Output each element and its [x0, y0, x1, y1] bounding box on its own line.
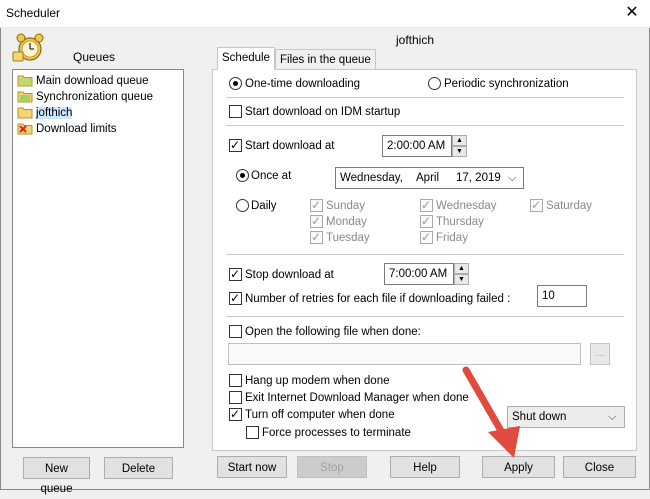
periodic-label: Periodic synchronization — [444, 78, 569, 90]
spin-up-icon[interactable]: ▲ — [454, 263, 469, 274]
title-bar: Scheduler ✕ — [0, 0, 650, 28]
separator — [226, 97, 624, 98]
separator — [226, 316, 624, 317]
alarm-clock-icon — [12, 33, 44, 62]
download-limits-icon — [17, 123, 33, 135]
date-picker[interactable]: Wednesday, April 17, 2019 ⌵ — [335, 167, 524, 189]
wednesday-checkbox[interactable] — [420, 197, 433, 213]
sunday-checkbox[interactable] — [310, 197, 323, 213]
help-button[interactable]: Help — [390, 456, 460, 478]
close-button[interactable]: Close — [563, 456, 636, 478]
tuesday-checkbox[interactable] — [310, 229, 323, 245]
queue-item-main[interactable]: Main download queue — [17, 73, 149, 89]
queue-list[interactable]: Main download queue Synchronization queu… — [12, 69, 184, 448]
monday-label: Monday — [326, 216, 367, 228]
shutdown-option: Shut down — [512, 411, 567, 423]
retries-label: Number of retries for each file if downl… — [245, 293, 511, 305]
date-day-year: 17, 2019 — [456, 172, 501, 184]
sunday-label: Sunday — [326, 200, 366, 212]
start-at-checkbox[interactable] — [229, 137, 242, 153]
thursday-label: Thursday — [436, 216, 484, 228]
tab-schedule[interactable]: Schedule — [217, 47, 275, 70]
start-now-button[interactable]: Start now — [217, 456, 287, 478]
open-file-label: Open the following file when done: — [245, 326, 421, 338]
queues-header: Queues — [72, 50, 116, 64]
open-file-checkbox[interactable] — [229, 325, 242, 338]
exit-idm-label: Exit Internet Download Manager when done — [245, 392, 469, 404]
saturday-checkbox[interactable] — [530, 197, 543, 213]
spin-up-icon[interactable]: ▲ — [452, 135, 467, 146]
turn-off-label: Turn off computer when done — [245, 409, 395, 421]
new-queue-button[interactable]: New queue — [23, 457, 90, 495]
spin-down-icon[interactable]: ▼ — [452, 146, 467, 157]
one-time-radio[interactable] — [229, 77, 242, 90]
queue-name-title: jofthich — [395, 33, 435, 47]
hangup-checkbox[interactable] — [229, 374, 242, 387]
stop-button[interactable]: Stop — [297, 456, 367, 478]
periodic-radio[interactable] — [428, 77, 441, 90]
idm-startup-checkbox[interactable] — [229, 105, 242, 118]
start-time-spinner[interactable]: ▲ ▼ — [452, 135, 467, 157]
spin-down-icon[interactable]: ▼ — [454, 274, 469, 285]
monday-checkbox[interactable] — [310, 213, 323, 229]
idm-startup-label: Start download on IDM startup — [245, 106, 401, 118]
browse-button[interactable]: ... — [590, 343, 610, 365]
saturday-label: Saturday — [546, 200, 593, 212]
force-terminate-label: Force processes to terminate — [262, 427, 411, 439]
friday-checkbox[interactable] — [420, 229, 433, 245]
retries-checkbox[interactable] — [229, 290, 242, 306]
open-file-path-input[interactable] — [228, 343, 581, 365]
start-time-input[interactable]: 2:00:00 AM — [382, 135, 452, 157]
force-terminate-checkbox[interactable] — [246, 426, 259, 439]
chevron-down-icon[interactable]: ⌵ — [608, 407, 616, 427]
wednesday-label: Wednesday — [436, 200, 497, 212]
once-at-label: Once at — [251, 170, 292, 182]
apply-button[interactable]: Apply — [482, 456, 555, 478]
stop-at-label: Stop download at — [245, 269, 334, 281]
hangup-label: Hang up modem when done — [245, 375, 390, 387]
date-month: April — [416, 172, 440, 184]
shutdown-select[interactable]: Shut down ⌵ — [507, 406, 625, 428]
delete-queue-button[interactable]: Delete — [104, 457, 173, 479]
separator — [226, 254, 624, 255]
queue-folder-icon — [17, 75, 33, 87]
exit-idm-checkbox[interactable] — [229, 391, 242, 404]
turn-off-checkbox[interactable] — [229, 406, 242, 422]
separator — [226, 125, 624, 126]
retries-input[interactable]: 10 — [537, 285, 587, 307]
queue-item-sync[interactable]: Synchronization queue — [17, 89, 153, 105]
queue-item-download-limits[interactable]: Download limits — [17, 121, 117, 137]
queue-folder-icon — [17, 107, 33, 119]
chevron-down-icon[interactable]: ⌵ — [508, 168, 516, 188]
stop-time-input[interactable]: 7:00:00 AM — [384, 263, 454, 285]
friday-label: Friday — [436, 232, 468, 244]
stop-at-checkbox[interactable] — [229, 266, 242, 282]
window-title: Scheduler — [6, 6, 61, 20]
stop-time-spinner[interactable]: ▲ ▼ — [454, 263, 469, 285]
thursday-checkbox[interactable] — [420, 213, 433, 229]
close-icon[interactable]: ✕ — [622, 3, 642, 23]
daily-radio[interactable] — [236, 199, 249, 212]
tab-files-in-queue[interactable]: Files in the queue — [275, 49, 376, 70]
one-time-label: One-time downloading — [245, 78, 361, 90]
once-at-radio[interactable] — [236, 169, 249, 182]
daily-label: Daily — [251, 200, 277, 212]
queue-item-jofthich[interactable]: jofthich — [17, 105, 73, 121]
start-at-label: Start download at — [245, 140, 335, 152]
tuesday-label: Tuesday — [326, 232, 370, 244]
date-weekday: Wednesday, — [340, 172, 403, 184]
sync-folder-icon — [17, 91, 33, 103]
